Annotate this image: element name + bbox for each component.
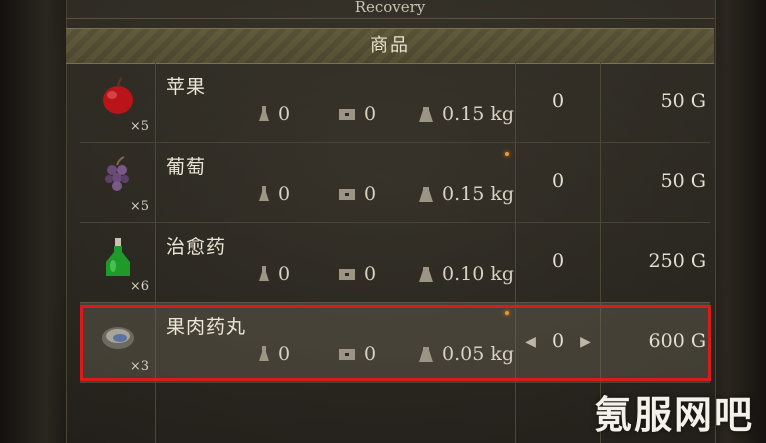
stat-a: 0 xyxy=(258,102,290,126)
item-icon-cell: ×5 xyxy=(80,62,155,142)
watermark-logo: 氪服网吧 xyxy=(593,393,754,437)
weight: 0.10 kg xyxy=(418,262,514,286)
item-name: 苹果 xyxy=(166,76,207,98)
stat-b-value: 0 xyxy=(364,183,377,205)
buy-count: 0 xyxy=(551,250,565,272)
chest-icon xyxy=(339,189,355,200)
weight-icon xyxy=(419,267,433,282)
item-icon-cell: ×6 xyxy=(80,222,155,302)
stat-a-value: 0 xyxy=(278,183,291,205)
table-header-label: 商品 xyxy=(370,35,410,56)
apple-icon xyxy=(103,77,133,114)
buy-count: 0 xyxy=(551,90,565,112)
item-name: 葡萄 xyxy=(166,156,207,178)
stat-a-value: 0 xyxy=(278,263,291,285)
flask-icon xyxy=(259,186,269,201)
flask-icon xyxy=(259,266,269,281)
item-price: 50 G xyxy=(660,90,706,112)
stat-b: 0 xyxy=(338,182,376,206)
stat-b: 0 xyxy=(338,262,376,286)
item-price: 50 G xyxy=(660,170,706,192)
item-quantity: ×5 xyxy=(129,119,149,134)
right-background-edge xyxy=(710,0,766,443)
stat-a-value: 0 xyxy=(278,103,291,125)
stat-a: 0 xyxy=(258,182,290,206)
new-item-spark xyxy=(505,152,509,156)
chest-icon xyxy=(339,269,355,280)
item-price: 250 G xyxy=(648,250,706,272)
stat-b-value: 0 xyxy=(364,103,377,125)
potion-icon xyxy=(106,238,130,276)
title-divider xyxy=(66,18,714,19)
stat-a: 0 xyxy=(258,262,290,286)
weight: 0.15 kg xyxy=(418,102,514,126)
left-background-edge xyxy=(0,0,66,443)
weight-icon xyxy=(419,107,433,122)
grapes-icon xyxy=(105,156,129,191)
item-icon-cell: ×5 xyxy=(80,142,155,222)
weight-value: 0.15 kg xyxy=(442,103,515,125)
selection-highlight xyxy=(80,305,711,381)
new-item-spark xyxy=(505,311,509,315)
stat-b: 0 xyxy=(338,102,376,126)
flask-icon xyxy=(259,106,269,121)
item-quantity: ×6 xyxy=(129,279,149,294)
weight-value: 0.10 kg xyxy=(442,263,515,285)
stat-b-value: 0 xyxy=(364,263,377,285)
item-row-apple[interactable]: ×5 苹果 0 0 0.15 kg 0 50 G xyxy=(80,62,710,143)
item-name: 治愈药 xyxy=(166,236,227,258)
item-quantity: ×5 xyxy=(129,199,149,214)
weight-icon xyxy=(419,187,433,202)
weight-value: 0.15 kg xyxy=(442,183,515,205)
weight: 0.15 kg xyxy=(418,182,514,206)
category-title: Recovery xyxy=(354,0,426,16)
table-header: 商品 xyxy=(66,28,714,64)
item-row-healing-potion[interactable]: ×6 治愈药 0 0 0.10 kg 0 250 G xyxy=(80,222,710,303)
chest-icon xyxy=(339,109,355,120)
buy-count: 0 xyxy=(551,170,565,192)
item-row-grapes[interactable]: ×5 葡萄 0 0 0.15 kg 0 50 G xyxy=(80,142,710,223)
